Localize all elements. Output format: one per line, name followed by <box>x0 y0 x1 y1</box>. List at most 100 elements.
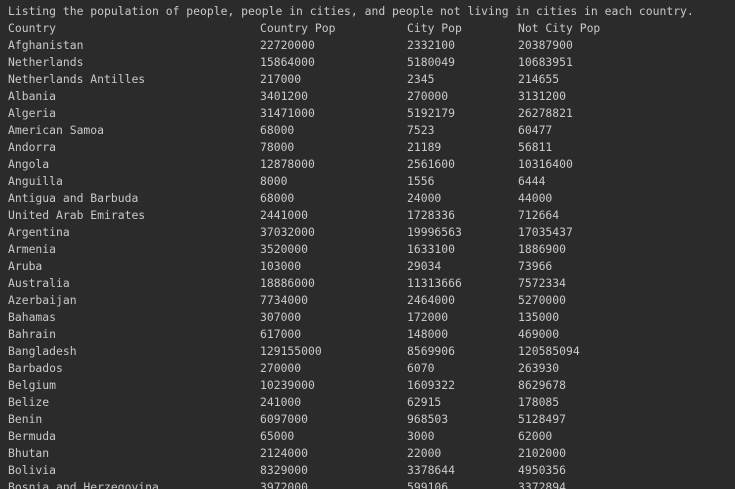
cell-city-pop: 19996563 <box>407 225 462 239</box>
column-header-country-pop: Country Pop <box>260 21 336 35</box>
cell-country: Netherlands <box>8 55 84 69</box>
cell-country: Netherlands Antilles <box>8 72 146 86</box>
cell-country-pop: 8000 <box>260 174 288 188</box>
cell-not-city-pop: 8629678 <box>518 378 567 392</box>
cell-city-pop: 22000 <box>407 446 442 460</box>
cell-country: Azerbaijan <box>8 293 77 307</box>
cell-country: Bolivia <box>8 463 57 477</box>
table-row: Bermuda 65000 3000 62000 <box>0 428 735 445</box>
cell-not-city-pop: 44000 <box>518 191 553 205</box>
cell-country: Angola <box>8 157 50 171</box>
cell-country: Bangladesh <box>8 344 77 358</box>
cell-country: Bermuda <box>8 429 57 443</box>
cell-city-pop: 1728336 <box>407 208 456 222</box>
cell-country: Belize <box>8 395 50 409</box>
cell-not-city-pop: 3131200 <box>518 89 567 103</box>
cell-country-pop: 270000 <box>260 361 302 375</box>
table-row: Bosnia and Herzegovina 3972000 599106 33728… <box>0 479 735 489</box>
table-row: Angola 12878000 2561600 10316400 <box>0 156 735 173</box>
column-header-country: Country <box>8 21 57 35</box>
cell-country-pop: 78000 <box>260 140 295 154</box>
table-row: United Arab Emirates 2441000 1728336 712664 <box>0 207 735 224</box>
cell-country-pop: 617000 <box>260 327 302 341</box>
cell-country: Australia <box>8 276 70 290</box>
cell-country: Barbados <box>8 361 63 375</box>
cell-country-pop: 3972000 <box>260 480 309 489</box>
cell-country-pop: 65000 <box>260 429 295 443</box>
cell-country: Anguilla <box>8 174 63 188</box>
cell-not-city-pop: 4950356 <box>518 463 567 477</box>
cell-country-pop: 307000 <box>260 310 302 324</box>
cell-city-pop: 24000 <box>407 191 442 205</box>
cell-not-city-pop: 10316400 <box>518 157 573 171</box>
cell-city-pop: 2561600 <box>407 157 456 171</box>
cell-not-city-pop: 7572334 <box>518 276 567 290</box>
table-row: Albania 3401200 270000 3131200 <box>0 88 735 105</box>
cell-country: Andorra <box>8 140 57 154</box>
output-heading: Listing the population of people, people… <box>8 4 694 18</box>
cell-country: United Arab Emirates <box>8 208 146 222</box>
table-row: Belize 241000 62915 178085 <box>0 394 735 411</box>
cell-not-city-pop: 60477 <box>518 123 553 137</box>
cell-city-pop: 270000 <box>407 89 449 103</box>
cell-country-pop: 7734000 <box>260 293 309 307</box>
cell-country: Belgium <box>8 378 57 392</box>
cell-city-pop: 5180049 <box>407 55 456 69</box>
cell-not-city-pop: 6444 <box>518 174 546 188</box>
cell-not-city-pop: 56811 <box>518 140 553 154</box>
cell-city-pop: 3378644 <box>407 463 456 477</box>
table-row: Netherlands Antilles 217000 2345 214655 <box>0 71 735 88</box>
cell-country: Bhutan <box>8 446 50 460</box>
cell-country: Benin <box>8 412 43 426</box>
cell-country-pop: 6097000 <box>260 412 309 426</box>
column-header-city-pop: City Pop <box>407 21 462 35</box>
column-header-row: Country Country Pop City Pop Not City Po… <box>0 20 735 37</box>
table-row: Azerbaijan 7734000 2464000 5270000 <box>0 292 735 309</box>
table-row: Barbados 270000 6070 263930 <box>0 360 735 377</box>
cell-country: Afghanistan <box>8 38 84 52</box>
cell-city-pop: 2345 <box>407 72 435 86</box>
table-row: Anguilla 8000 1556 6444 <box>0 173 735 190</box>
table-row: American Samoa 68000 7523 60477 <box>0 122 735 139</box>
cell-not-city-pop: 5128497 <box>518 412 567 426</box>
cell-country-pop: 129155000 <box>260 344 322 358</box>
cell-country-pop: 15864000 <box>260 55 315 69</box>
cell-country-pop: 3520000 <box>260 242 309 256</box>
table-row: Bangladesh 129155000 8569906 120585094 <box>0 343 735 360</box>
cell-city-pop: 8569906 <box>407 344 456 358</box>
cell-not-city-pop: 2102000 <box>518 446 567 460</box>
cell-city-pop: 5192179 <box>407 106 456 120</box>
cell-not-city-pop: 469000 <box>518 327 560 341</box>
cell-country-pop: 12878000 <box>260 157 315 171</box>
cell-country-pop: 37032000 <box>260 225 315 239</box>
table-row: Argentina 37032000 19996563 17035437 <box>0 224 735 241</box>
table-row: Bhutan 2124000 22000 2102000 <box>0 445 735 462</box>
cell-country-pop: 2441000 <box>260 208 309 222</box>
cell-city-pop: 968503 <box>407 412 449 426</box>
cell-not-city-pop: 5270000 <box>518 293 567 307</box>
cell-city-pop: 11313666 <box>407 276 462 290</box>
cell-country-pop: 22720000 <box>260 38 315 52</box>
cell-city-pop: 599106 <box>407 480 449 489</box>
cell-country-pop: 10239000 <box>260 378 315 392</box>
cell-country: Aruba <box>8 259 43 273</box>
cell-country: Bahrain <box>8 327 57 341</box>
table-row: Bahamas 307000 172000 135000 <box>0 309 735 326</box>
cell-not-city-pop: 712664 <box>518 208 560 222</box>
cell-city-pop: 2464000 <box>407 293 456 307</box>
table-row: Andorra 78000 21189 56811 <box>0 139 735 156</box>
cell-not-city-pop: 3372894 <box>518 480 567 489</box>
cell-country-pop: 8329000 <box>260 463 309 477</box>
cell-not-city-pop: 62000 <box>518 429 553 443</box>
table-row: Bahrain 617000 148000 469000 <box>0 326 735 343</box>
cell-city-pop: 1556 <box>407 174 435 188</box>
cell-not-city-pop: 17035437 <box>518 225 573 239</box>
table-row: Netherlands 15864000 5180049 10683951 <box>0 54 735 71</box>
table-row: Antigua and Barbuda 68000 24000 44000 <box>0 190 735 207</box>
cell-country-pop: 103000 <box>260 259 302 273</box>
cell-country: Argentina <box>8 225 70 239</box>
cell-country-pop: 2124000 <box>260 446 309 460</box>
cell-city-pop: 6070 <box>407 361 435 375</box>
cell-country: Armenia <box>8 242 57 256</box>
table-row: Bolivia 8329000 3378644 4950356 <box>0 462 735 479</box>
